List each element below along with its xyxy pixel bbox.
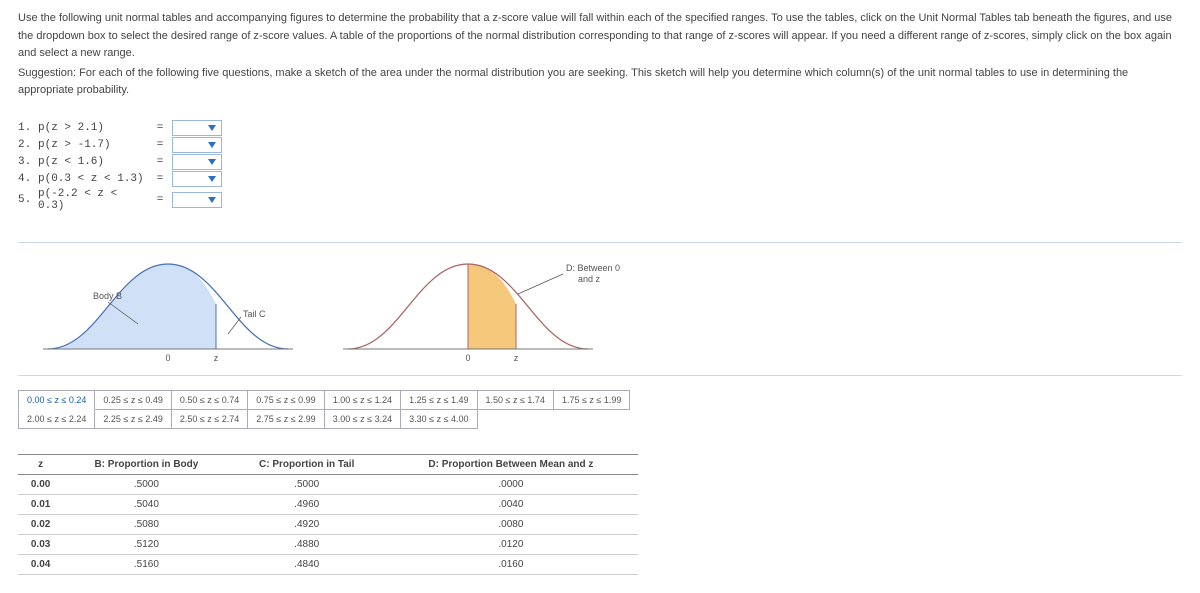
instructions-block: Use the following unit normal tables and… (18, 10, 1182, 100)
question-row: 3. p(z < 1.6) = (18, 154, 1182, 170)
body-b-label: Body B (93, 291, 122, 301)
question-expression: p(z > -1.7) (38, 139, 148, 151)
table-cell: .4960 (230, 494, 384, 514)
equals-sign: = (154, 122, 166, 134)
table-cell: .5000 (63, 474, 229, 494)
table-row: 0.01.5040.4960.0040 (18, 494, 638, 514)
questions-list: 1. p(z > 2.1) = 2. p(z > -1.7) = 3. p(z … (18, 120, 1182, 212)
range-tab[interactable]: 1.00 ≤ z ≤ 1.24 (324, 390, 401, 410)
table-header-body: B: Proportion in Body (63, 454, 229, 474)
range-tab[interactable]: 2.00 ≤ z ≤ 2.24 (18, 409, 95, 429)
range-tabs: 0.00 ≤ z ≤ 0.240.25 ≤ z ≤ 0.490.50 ≤ z ≤… (18, 390, 798, 428)
instructions-paragraph-2: Suggestion: For each of the following fi… (18, 65, 1182, 100)
table-cell: .0160 (384, 554, 638, 574)
question-row: 1. p(z > 2.1) = (18, 120, 1182, 136)
table-cell: .4920 (230, 514, 384, 534)
table-row: 0.02.5080.4920.0080 (18, 514, 638, 534)
question-number: 5. (18, 194, 32, 206)
range-tab[interactable]: 1.50 ≤ z ≤ 1.74 (477, 390, 554, 410)
between-label-1: D: Between 0 (566, 263, 620, 273)
figure-between: 0 z D: Between 0 and z (338, 249, 638, 369)
answer-dropdown-5[interactable] (172, 192, 222, 208)
range-tab[interactable]: 2.75 ≤ z ≤ 2.99 (247, 409, 324, 429)
range-tab[interactable]: 0.75 ≤ z ≤ 0.99 (247, 390, 324, 410)
table-cell: .4880 (230, 534, 384, 554)
answer-dropdown-4[interactable] (172, 171, 222, 187)
table-row: 0.04.5160.4840.0160 (18, 554, 638, 574)
question-number: 1. (18, 122, 32, 134)
table-header-between: D: Proportion Between Mean and z (384, 454, 638, 474)
table-cell: .5120 (63, 534, 229, 554)
axis-zero: 0 (465, 353, 470, 363)
question-number: 3. (18, 156, 32, 168)
table-cell: .5000 (230, 474, 384, 494)
range-tab[interactable]: 1.75 ≤ z ≤ 1.99 (553, 390, 630, 410)
range-tab[interactable]: 0.00 ≤ z ≤ 0.24 (18, 390, 95, 410)
range-tab[interactable]: 2.50 ≤ z ≤ 2.74 (171, 409, 248, 429)
unit-normal-table: z B: Proportion in Body C: Proportion in… (18, 454, 638, 575)
table-row: 0.03.5120.4880.0120 (18, 534, 638, 554)
table-row: 0.00.5000.5000.0000 (18, 474, 638, 494)
question-number: 4. (18, 173, 32, 185)
table-cell: .0080 (384, 514, 638, 534)
divider (18, 242, 1182, 243)
question-expression: p(-2.2 < z < 0.3) (38, 188, 148, 212)
equals-sign: = (154, 139, 166, 151)
tail-c-label: Tail C (243, 309, 266, 319)
range-tab[interactable]: 3.30 ≤ z ≤ 4.00 (400, 409, 477, 429)
between-label-2: and z (578, 274, 601, 284)
question-row: 5. p(-2.2 < z < 0.3) = (18, 188, 1182, 212)
figure-body-tail: 0 z Body B Tail C (38, 249, 298, 369)
range-tab[interactable]: 0.25 ≤ z ≤ 0.49 (94, 390, 171, 410)
equals-sign: = (154, 194, 166, 206)
table-cell: 0.00 (18, 474, 63, 494)
table-header-z: z (18, 454, 63, 474)
question-row: 2. p(z > -1.7) = (18, 137, 1182, 153)
table-cell: .0040 (384, 494, 638, 514)
figures-row: 0 z Body B Tail C 0 z D: Between 0 and z (38, 249, 1182, 369)
table-cell: 0.03 (18, 534, 63, 554)
range-tab[interactable]: 0.50 ≤ z ≤ 0.74 (171, 390, 248, 410)
instructions-paragraph-1: Use the following unit normal tables and… (18, 10, 1182, 63)
equals-sign: = (154, 173, 166, 185)
table-cell: 0.02 (18, 514, 63, 534)
answer-dropdown-1[interactable] (172, 120, 222, 136)
range-tab[interactable]: 1.25 ≤ z ≤ 1.49 (400, 390, 477, 410)
table-cell: .5040 (63, 494, 229, 514)
equals-sign: = (154, 156, 166, 168)
divider (18, 375, 1182, 376)
table-cell: .5160 (63, 554, 229, 574)
question-row: 4. p(0.3 < z < 1.3) = (18, 171, 1182, 187)
table-cell: 0.01 (18, 494, 63, 514)
axis-z: z (214, 353, 219, 363)
table-cell: .0000 (384, 474, 638, 494)
question-number: 2. (18, 139, 32, 151)
question-expression: p(z > 2.1) (38, 122, 148, 134)
answer-dropdown-3[interactable] (172, 154, 222, 170)
question-expression: p(z < 1.6) (38, 156, 148, 168)
range-tab[interactable]: 3.00 ≤ z ≤ 3.24 (324, 409, 401, 429)
axis-z: z (514, 353, 519, 363)
question-expression: p(0.3 < z < 1.3) (38, 173, 148, 185)
table-cell: 0.04 (18, 554, 63, 574)
range-tab[interactable]: 2.25 ≤ z ≤ 2.49 (94, 409, 171, 429)
table-cell: .0120 (384, 534, 638, 554)
table-cell: .4840 (230, 554, 384, 574)
axis-zero: 0 (165, 353, 170, 363)
answer-dropdown-2[interactable] (172, 137, 222, 153)
table-cell: .5080 (63, 514, 229, 534)
table-header-tail: C: Proportion in Tail (230, 454, 384, 474)
